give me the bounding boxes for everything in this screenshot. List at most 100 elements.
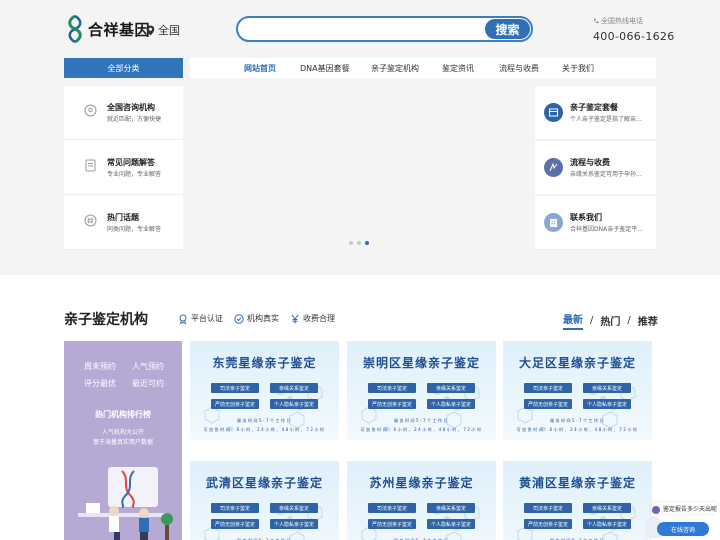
card-title: 崇明区星缘亲子鉴定 [362,356,480,370]
service-time: 服务时间5-7个工作日 [549,418,606,423]
institution-card[interactable]: 大足区星缘亲子鉴定 司法亲子鉴定 亲缘关系鉴定 严前无创亲子鉴定 个人隐私亲子鉴定 服务时… [503,341,652,440]
section-title: 亲子鉴定机构 [64,312,148,328]
nav-item-dna-packages[interactable]: DNA基因套餐 [300,63,350,74]
nav-item-news[interactable]: 鉴定资讯 [442,63,474,74]
institution-card[interactable]: 崇明区星缘亲子鉴定 司法亲子鉴定 亲缘关系鉴定 严前无创亲子鉴定 个人隐私亲子鉴定 服务时… [347,341,496,440]
service-time: 服务时间5-7个工作日 [393,418,450,423]
service-pill: 严前无创亲子鉴定 [368,519,416,529]
card-title: 东莞星缘亲子鉴定 [212,356,317,370]
promo-tag[interactable]: 最近可约 [132,378,164,389]
tab-latest[interactable]: 最新 [563,311,583,330]
carousel-dot[interactable] [349,241,353,245]
chat-message[interactable]: 鉴定报告多少天出呢 [651,502,720,514]
building-icon [544,213,563,232]
left-card-desc: 同类问题，专业解答 [107,226,162,233]
institution-card[interactable]: 东莞星缘亲子鉴定司法亲子鉴定 亲缘关系鉴定严前无创亲子鉴定 个人隐私亲子鉴定服务时间… [190,341,339,440]
nav-item-home[interactable]: 网站首页 [244,63,276,74]
location-pin-icon [84,104,97,117]
institution-card[interactable]: 苏州星缘亲子鉴定司法亲子鉴定亲缘关系鉴定严前无创亲子鉴定个人隐私亲子鉴定服务时间… [347,461,496,540]
left-card-hot-topics[interactable]: 热门话题 同类问题，专业解答 [64,196,183,250]
right-card-packages[interactable]: 亲子鉴定套餐 个人亲子鉴定是指了解亲... [535,86,656,140]
rush-time: 可加急时间：6小时、24小时、48小时、72小时 [203,427,326,432]
carousel-dot-active[interactable] [365,241,369,245]
service-pill: 个人隐私亲子鉴定 [270,399,318,409]
flow-icon [544,158,563,177]
search-button[interactable]: 搜索 [485,19,530,39]
right-card-desc: 亲缘关系鉴定可用于孕孙... [570,171,642,178]
service-pill: 个人隐私亲子鉴定 [583,399,631,409]
trust-badges: 平台认证 机构真实 收费合理 [178,313,346,324]
left-card-desc: 就近匹配，方便快捷 [107,116,162,123]
right-card-desc: 个人亲子鉴定是指了解亲... [570,116,642,123]
card-title: 武清区星缘亲子鉴定 [205,476,323,490]
institution-card[interactable]: 武清区星缘亲子鉴定司法亲子鉴定亲缘关系鉴定严前无创亲子鉴定个人隐私亲子鉴定服务时… [190,461,339,540]
service-pill: 严前无创亲子鉴定 [211,519,259,529]
check-circle-icon [234,313,244,324]
service-pill: 严前无创亲子鉴定 [368,399,416,409]
badge-fees: 收费合理 [290,313,335,324]
all-categories-button[interactable]: 全部分类 [64,58,183,78]
nav-item-process-fees[interactable]: 流程与收费 [499,63,539,74]
right-quick-links: 亲子鉴定套餐 个人亲子鉴定是指了解亲... 流程与收费 亲缘关系鉴定可用于孕孙.… [535,86,656,250]
service-pill: 个人隐私亲子鉴定 [270,519,318,529]
location-text: 全国 [158,24,180,37]
header: 合祥基因 全国 搜索 全国热线电话 400-066-1626 [0,0,720,57]
dna-logo-icon [68,14,82,44]
service-pill: 司法亲子鉴定 [524,503,572,513]
certified-icon [179,314,187,324]
service-time: 服务时间5-7个工作日 [236,418,293,423]
card-title: 苏州星缘亲子鉴定 [369,476,474,490]
institution-card[interactable]: 黄浦区星缘亲子鉴定司法亲子鉴定亲缘关系鉴定严前无创亲子鉴定个人隐私亲子鉴定服务时… [503,461,652,540]
left-card-title: 热门话题 [107,213,139,222]
promo-subtitle: 人气机构大公开 [101,429,144,436]
main-nav: 网站首页 DNA基因套餐 亲子鉴定机构 鉴定资讯 流程与收费 关于我们 [190,58,656,78]
sort-tabs: 最新 / 热门 / 推荐 [563,311,658,330]
online-consult-button[interactable]: 在线咨询 [657,522,709,536]
search-box[interactable]: 搜索 [236,16,533,42]
promo-tag[interactable]: 周末预约 [84,361,116,372]
avatar [652,506,660,514]
card-title: 黄浦区星缘亲子鉴定 [518,476,636,490]
ranking-promo[interactable]: 周末预约 人气预约 评分最优 最近可约 热门机构排行榜 人气机构大公开 基于海量… [64,341,182,540]
lab-illustration [78,467,173,540]
hotline-label: 全国热线电话 [601,17,643,25]
service-pill: 司法亲子鉴定 [211,503,259,513]
right-card-title: 联系我们 [570,213,602,222]
badge-real: 机构真实 [234,313,279,324]
site-logo[interactable]: 合祥基因 [64,14,150,44]
left-card-title: 常见问题解答 [107,158,155,167]
location-selector[interactable]: 全国 [146,22,180,38]
promo-subtitle: 基于海量真实用户数据 [92,439,153,446]
tab-hot[interactable]: 热门 [600,313,620,328]
chat-widget[interactable]: 鉴定报告多少天出呢 在线咨询 [645,500,720,540]
hero-banner[interactable] [183,86,535,250]
service-pill: 亲缘关系鉴定 [270,383,318,393]
promo-tag[interactable]: 评分最优 [84,378,116,389]
phone-icon [593,18,599,24]
rush-time: 可加急时间：6小时、24小时、48小时、72小时 [360,427,483,432]
page: 合祥基因 全国 搜索 全国热线电话 400-066-1626 全部分类 网站首页… [0,0,720,540]
card-title: 大足区星缘亲子鉴定 [518,356,636,370]
service-pill: 司法亲子鉴定 [211,383,259,393]
nav-item-institutions[interactable]: 亲子鉴定机构 [371,63,419,74]
service-pill: 严前无创亲子鉴定 [524,399,572,409]
left-card-title: 全国咨询机构 [107,103,155,112]
document-icon [85,159,96,172]
right-card-contact[interactable]: 联系我们 合祥基因DNA亲子鉴定平... [535,196,656,250]
hashtag-icon [84,214,97,227]
right-card-process[interactable]: 流程与收费 亲缘关系鉴定可用于孕孙... [535,141,656,195]
left-card-consult[interactable]: 全国咨询机构 就近匹配，方便快捷 [64,86,183,140]
service-pill: 亲缘关系鉴定 [270,503,318,513]
carousel-indicators [349,241,369,245]
tab-recommended[interactable]: 推荐 [638,313,658,328]
service-pill: 亲缘关系鉴定 [427,503,475,513]
carousel-dot[interactable] [357,241,361,245]
right-card-title: 流程与收费 [570,158,610,167]
promo-title: 热门机构排行榜 [95,410,151,419]
package-icon [544,103,563,122]
service-pill: 司法亲子鉴定 [524,383,572,393]
left-card-faq[interactable]: 常见问题解答 专业问题，专业解答 [64,141,183,195]
service-pill: 严前无创亲子鉴定 [211,399,259,409]
nav-item-about[interactable]: 关于我们 [562,63,594,74]
promo-tag[interactable]: 人气预约 [132,361,164,372]
